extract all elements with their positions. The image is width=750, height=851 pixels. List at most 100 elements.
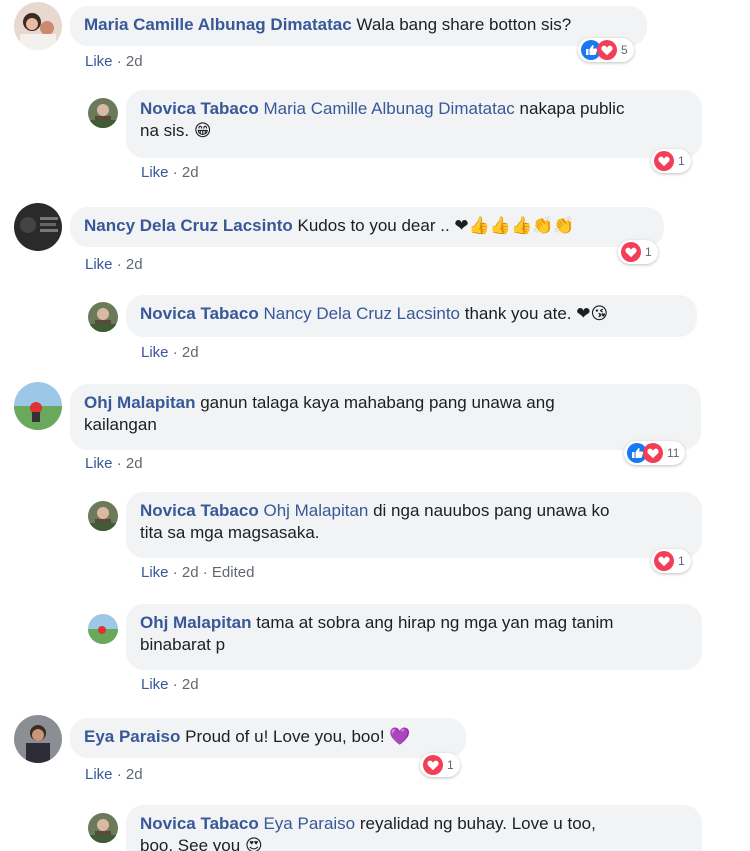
reaction-count: 1 xyxy=(678,154,685,168)
comment-text: kailangan xyxy=(84,415,157,434)
like-link[interactable]: Like xyxy=(85,53,113,70)
like-link[interactable]: Like xyxy=(141,564,169,581)
love-icon xyxy=(654,551,674,571)
mention-link[interactable]: Maria Camille Albunag Dimatatac xyxy=(263,99,514,118)
reply-line-1: Novica Tabaco Ohj Malapitan di nga nauub… xyxy=(140,500,688,522)
comment-line-1: Ohj Malapitan ganun talaga kaya mahabang… xyxy=(84,392,687,414)
avatar-ohj[interactable] xyxy=(88,614,118,644)
reply-meta: Like · 2d xyxy=(141,676,199,693)
love-icon xyxy=(597,40,617,60)
reply-line-2: tita sa mga magsasaka. xyxy=(140,522,688,544)
timestamp[interactable]: 2d xyxy=(126,53,143,70)
reply-author[interactable]: Novica Tabaco xyxy=(140,304,259,323)
like-link[interactable]: Like xyxy=(85,256,113,273)
reaction-summary[interactable]: 1 xyxy=(618,240,658,264)
reply-line-1: Novica Tabaco Eya Paraiso reyalidad ng b… xyxy=(140,813,688,835)
avatar-maria[interactable] xyxy=(14,2,62,50)
comment-meta: Like · 2d xyxy=(85,53,143,70)
separator: · xyxy=(172,164,178,181)
separator: · xyxy=(116,766,122,783)
reply-bubble: Novica Tabaco Ohj Malapitan di nga nauub… xyxy=(126,492,702,558)
mention-link[interactable]: Nancy Dela Cruz Lacsinto xyxy=(263,304,460,323)
reaction-count: 11 xyxy=(667,446,680,460)
separator: · xyxy=(172,344,178,361)
reply-meta: Like · 2d xyxy=(141,164,199,181)
reply-meta: Like · 2d · Edited xyxy=(141,564,254,581)
reaction-count: 1 xyxy=(678,554,685,568)
timestamp[interactable]: 2d xyxy=(182,344,199,361)
comment-author[interactable]: Eya Paraiso xyxy=(84,727,180,746)
avatar-novica[interactable] xyxy=(88,302,118,332)
timestamp[interactable]: 2d xyxy=(126,455,143,472)
comment-text: ganun talaga kaya mahabang pang unawa an… xyxy=(200,393,555,412)
reply-text: binabarat p xyxy=(140,635,226,654)
emoji-sequence: ❤👍👍👍👏👏 xyxy=(454,216,575,236)
reaction-count: 5 xyxy=(621,43,628,57)
avatar-novica[interactable] xyxy=(88,98,118,128)
timestamp[interactable]: 2d xyxy=(182,164,199,181)
comment-bubble: Nancy Dela Cruz Lacsinto Kudos to you de… xyxy=(70,207,664,247)
reply-author[interactable]: Novica Tabaco xyxy=(140,814,259,833)
like-link[interactable]: Like xyxy=(141,344,169,361)
like-link[interactable]: Like xyxy=(85,455,113,472)
reply-text: na sis. xyxy=(140,121,190,140)
comment-author[interactable]: Nancy Dela Cruz Lacsinto xyxy=(84,216,293,235)
reply-text: reyalidad ng buhay. Love u too, xyxy=(359,814,596,833)
separator: · xyxy=(202,564,208,581)
like-link[interactable]: Like xyxy=(85,766,113,783)
comment-author[interactable]: Maria Camille Albunag Dimatatac xyxy=(84,15,352,34)
reaction-summary[interactable]: 11 xyxy=(624,441,686,465)
reaction-count: 1 xyxy=(645,245,652,259)
comment-text: Kudos to you dear .. xyxy=(297,216,450,235)
comment-meta: Like · 2d xyxy=(85,256,143,273)
timestamp[interactable]: 2d xyxy=(182,564,199,581)
comment-line-2: kailangan xyxy=(84,414,687,436)
separator: · xyxy=(116,53,122,70)
reply-text: tama at sobra ang hirap ng mga yan mag t… xyxy=(256,613,614,632)
separator: · xyxy=(172,676,178,693)
comment-text: Wala bang share botton sis? xyxy=(356,15,572,34)
emoji-sequence: ❤😘 xyxy=(576,304,609,324)
reply-line-2: binabarat p xyxy=(140,634,688,656)
avatar-novica[interactable] xyxy=(88,813,118,843)
reply-author[interactable]: Novica Tabaco xyxy=(140,99,259,118)
like-link[interactable]: Like xyxy=(141,164,169,181)
reply-bubble: Ohj Malapitan tama at sobra ang hirap ng… xyxy=(126,604,702,670)
timestamp[interactable]: 2d xyxy=(182,676,199,693)
separator: · xyxy=(116,256,122,273)
reply-line-1: Novica Tabaco Maria Camille Albunag Dima… xyxy=(140,98,688,120)
separator: · xyxy=(116,455,122,472)
reply-line-2: boo. See you 😍 xyxy=(140,835,688,851)
mention-link[interactable]: Ohj Malapitan xyxy=(263,501,368,520)
reply-meta: Like · 2d xyxy=(141,344,199,361)
edited-label[interactable]: Edited xyxy=(212,564,255,581)
love-icon xyxy=(643,443,663,463)
avatar-ohj[interactable] xyxy=(14,382,62,430)
avatar-eya[interactable] xyxy=(14,715,62,763)
heart-eyes-emoji: 😍 xyxy=(244,836,263,851)
comment-bubble: Eya Paraiso Proud of u! Love you, boo! 💜 xyxy=(70,718,466,758)
avatar-novica[interactable] xyxy=(88,501,118,531)
comment-bubble: Ohj Malapitan ganun talaga kaya mahabang… xyxy=(70,384,701,450)
reaction-summary[interactable]: 1 xyxy=(420,753,460,777)
avatar-nancy[interactable] xyxy=(14,203,62,251)
comment-bubble: Maria Camille Albunag Dimatatac Wala ban… xyxy=(70,6,647,46)
reaction-summary[interactable]: 1 xyxy=(651,149,691,173)
mention-link[interactable]: Eya Paraiso xyxy=(263,814,355,833)
reply-text: di nga nauubos pang unawa ko xyxy=(373,501,610,520)
reply-line-1: Ohj Malapitan tama at sobra ang hirap ng… xyxy=(140,612,688,634)
reply-line-2: na sis. 😁 xyxy=(140,120,688,142)
like-link[interactable]: Like xyxy=(141,676,169,693)
reaction-summary[interactable]: 5 xyxy=(578,38,634,62)
timestamp[interactable]: 2d xyxy=(126,256,143,273)
reply-author[interactable]: Ohj Malapitan xyxy=(140,613,251,632)
love-icon xyxy=(423,755,443,775)
comment-author[interactable]: Ohj Malapitan xyxy=(84,393,195,412)
reaction-summary[interactable]: 1 xyxy=(651,549,691,573)
purple-heart-emoji: 💜 xyxy=(389,727,411,747)
reply-text: thank you ate. xyxy=(464,304,572,323)
reply-author[interactable]: Novica Tabaco xyxy=(140,501,259,520)
comment-meta: Like · 2d xyxy=(85,455,143,472)
timestamp[interactable]: 2d xyxy=(126,766,143,783)
comment-text: Proud of u! Love you, boo! xyxy=(185,727,385,746)
